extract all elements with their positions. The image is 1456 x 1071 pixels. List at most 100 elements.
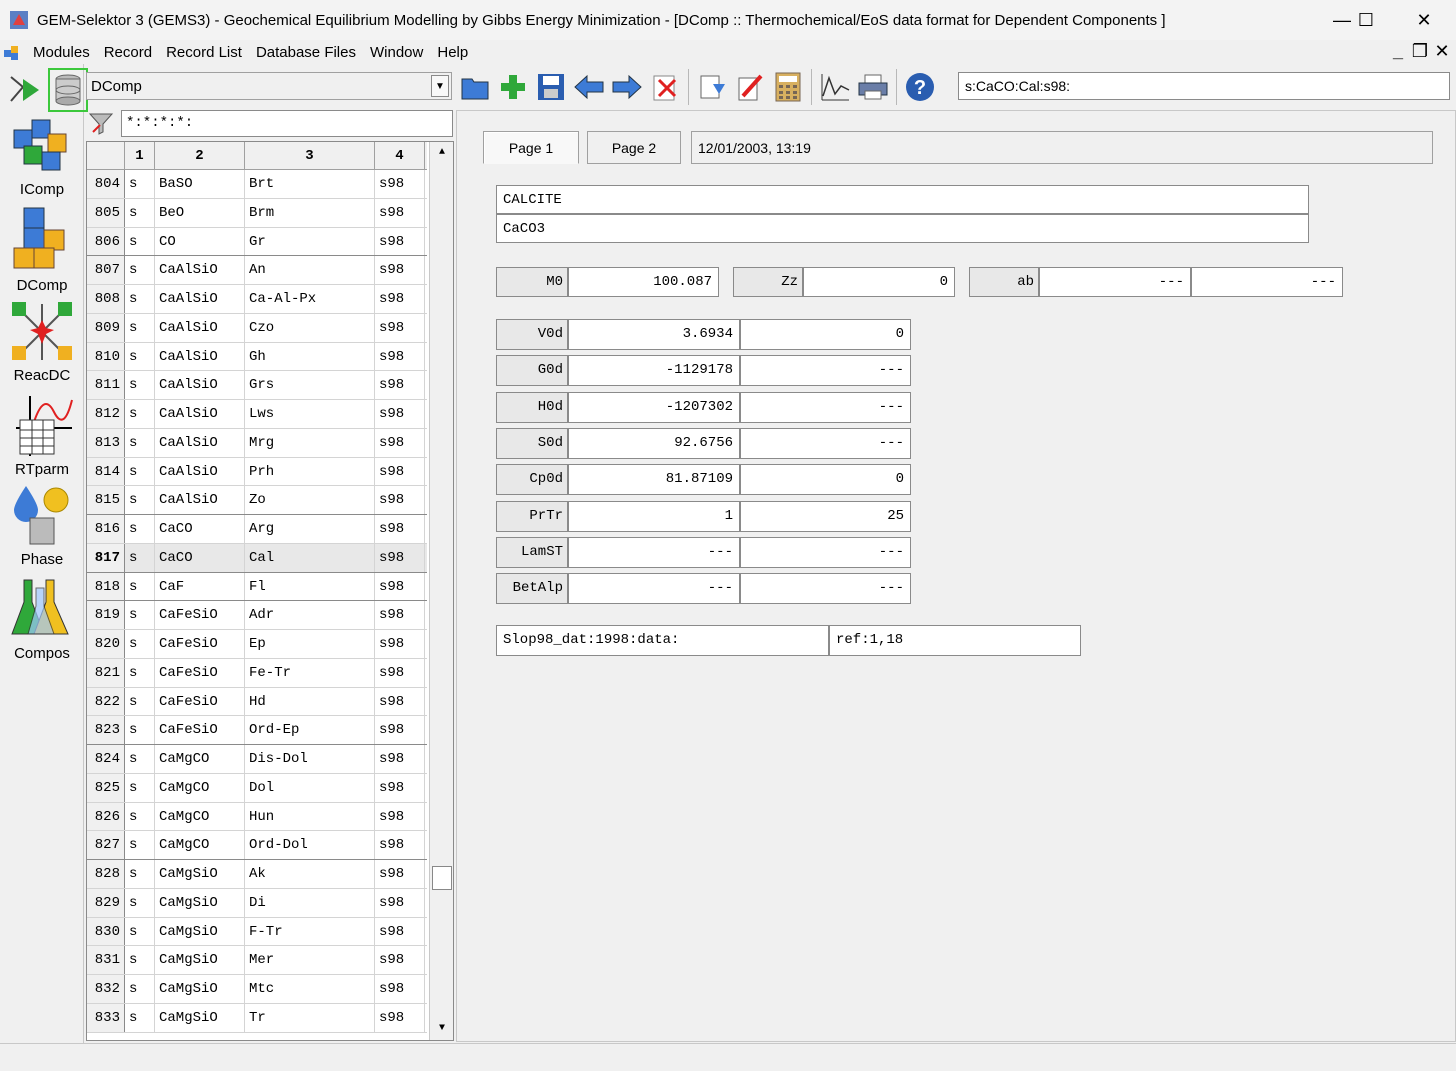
table-row[interactable]: 820 s CaFeSiO Ep s98 bbox=[87, 630, 427, 659]
table-row[interactable]: 832 s CaMgSiO Mtc s98 bbox=[87, 975, 427, 1004]
table-row[interactable]: 819 s CaFeSiO Adr s98 bbox=[87, 601, 427, 630]
table-row[interactable]: 831 s CaMgSiO Mer s98 bbox=[87, 946, 427, 975]
scroll-up-icon[interactable]: ▲ bbox=[433, 144, 451, 162]
dcomp-name-field[interactable]: CALCITE bbox=[496, 185, 1309, 214]
record-key-field[interactable]: s:CaCO:Cal:s98: bbox=[958, 72, 1450, 100]
export-icon[interactable] bbox=[693, 68, 731, 106]
table-row[interactable]: 818 s CaF Fl s98 bbox=[87, 572, 427, 602]
table-row[interactable]: 806 s CO Gr s98 bbox=[87, 227, 427, 257]
close-button[interactable]: ✕ bbox=[1400, 0, 1448, 40]
ab-field-1[interactable]: --- bbox=[1039, 267, 1191, 297]
table-row[interactable]: 827 s CaMgCO Ord-Dol s98 bbox=[87, 831, 427, 860]
h0d-field-2[interactable]: --- bbox=[740, 391, 911, 423]
table-row[interactable]: 809 s CaAlSiO Czo s98 bbox=[87, 313, 427, 343]
filter-icon[interactable] bbox=[88, 110, 114, 136]
module-selector[interactable]: DComp ▼ bbox=[86, 72, 452, 100]
mdi-close-icon[interactable]: ✕ bbox=[1432, 40, 1452, 62]
plot-icon[interactable] bbox=[816, 68, 854, 106]
tab-page-1[interactable]: Page 1 bbox=[483, 131, 579, 164]
maximize-button[interactable]: ☐ bbox=[1342, 0, 1390, 40]
menu-record-list[interactable]: Record List bbox=[159, 44, 249, 61]
g0d-field-1[interactable]: -1129178 bbox=[568, 355, 740, 387]
lamst-field-1[interactable]: --- bbox=[568, 536, 740, 568]
table-row[interactable]: 826 s CaMgCO Hun s98 bbox=[87, 802, 427, 832]
record-filter-input[interactable]: *:*:*:*: bbox=[121, 110, 453, 137]
mdi-restore-icon[interactable]: ❐ bbox=[1410, 40, 1430, 62]
g0d-field-2[interactable]: --- bbox=[740, 355, 911, 387]
table-row[interactable]: 808 s CaAlSiO Ca-Al-Px s98 bbox=[87, 285, 427, 314]
h0d-field-1[interactable]: -1207302 bbox=[568, 391, 740, 423]
print-icon[interactable] bbox=[854, 68, 892, 106]
module-rtparm[interactable]: RTparm bbox=[0, 392, 84, 478]
tab-page-2[interactable]: Page 2 bbox=[587, 131, 681, 164]
source-field[interactable]: Slop98_dat:1998:data: bbox=[496, 625, 829, 656]
module-phase[interactable]: Phase bbox=[0, 484, 84, 568]
open-folder-icon[interactable] bbox=[456, 68, 494, 106]
menu-database-files[interactable]: Database Files bbox=[249, 44, 363, 61]
s0d-field-1[interactable]: 92.6756 bbox=[568, 427, 740, 459]
module-icomp[interactable]: IComp bbox=[0, 114, 84, 198]
lamst-field-2[interactable]: --- bbox=[740, 536, 911, 568]
add-record-icon[interactable] bbox=[494, 68, 532, 106]
prtr-field-1[interactable]: 1 bbox=[568, 500, 740, 532]
table-row[interactable]: 828 s CaMgSiO Ak s98 bbox=[87, 860, 427, 889]
mdi-child-icon[interactable] bbox=[2, 42, 22, 62]
table-row[interactable]: 830 s CaMgSiO F-Tr s98 bbox=[87, 917, 427, 947]
table-row[interactable]: 804 s BaSO Brt s98 bbox=[87, 170, 427, 199]
table-row[interactable]: 823 s CaFeSiO Ord-Ep s98 bbox=[87, 716, 427, 745]
table-row[interactable]: 822 s CaFeSiO Hd s98 bbox=[87, 687, 427, 717]
m0-field[interactable]: 100.087 bbox=[568, 267, 719, 297]
table-row[interactable]: 814 s CaAlSiO Prh s98 bbox=[87, 457, 427, 487]
chevron-down-icon[interactable]: ▼ bbox=[431, 75, 449, 97]
betalp-field-2[interactable]: --- bbox=[740, 573, 911, 605]
module-compos[interactable]: Compos bbox=[0, 576, 84, 662]
reference-field[interactable]: ref:1,18 bbox=[829, 625, 1081, 656]
table-row[interactable]: 813 s CaAlSiO Mrg s98 bbox=[87, 428, 427, 458]
table-row[interactable]: 815 s CaAlSiO Zo s98 bbox=[87, 486, 427, 515]
ab-field-2[interactable]: --- bbox=[1191, 267, 1343, 297]
cp0d-field-1[interactable]: 81.87109 bbox=[568, 464, 740, 496]
menu-help[interactable]: Help bbox=[430, 44, 475, 61]
table-row[interactable]: 807 s CaAlSiO An s98 bbox=[87, 256, 427, 285]
table-row[interactable]: 829 s CaMgSiO Di s98 bbox=[87, 888, 427, 918]
column-header-2[interactable]: 2 bbox=[155, 142, 245, 169]
menu-window[interactable]: Window bbox=[363, 44, 430, 61]
help-icon[interactable]: ? bbox=[901, 68, 939, 106]
table-row[interactable]: 825 s CaMgCO Dol s98 bbox=[87, 773, 427, 803]
delete-record-icon[interactable] bbox=[646, 68, 684, 106]
calculator-icon[interactable] bbox=[769, 68, 807, 106]
column-header-4[interactable]: 4 bbox=[375, 142, 425, 169]
scroll-down-icon[interactable]: ▼ bbox=[433, 1020, 451, 1038]
table-row[interactable]: 824 s CaMgCO Dis-Dol s98 bbox=[87, 745, 427, 774]
dcomp-formula-field[interactable]: CaCO3 bbox=[496, 214, 1309, 243]
table-row[interactable]: 821 s CaFeSiO Fe-Tr s98 bbox=[87, 658, 427, 688]
previous-record-icon[interactable] bbox=[570, 68, 608, 106]
scroll-thumb[interactable] bbox=[432, 866, 452, 890]
mdi-minimize-icon[interactable]: _ bbox=[1388, 40, 1408, 62]
menu-modules[interactable]: Modules bbox=[26, 44, 97, 61]
calculate-equilibria-icon[interactable] bbox=[4, 68, 44, 112]
table-row[interactable]: 816 s CaCO Arg s98 bbox=[87, 515, 427, 544]
module-reacdc[interactable]: ReacDC bbox=[0, 300, 84, 384]
edit-tool-icon[interactable] bbox=[731, 68, 769, 106]
table-row[interactable]: 833 s CaMgSiO Tr s98 bbox=[87, 1003, 427, 1033]
database-mode-icon[interactable] bbox=[48, 68, 88, 112]
column-header-1[interactable]: 1 bbox=[125, 142, 155, 169]
cp0d-field-2[interactable]: 0 bbox=[740, 464, 911, 496]
table-row[interactable]: 812 s CaAlSiO Lws s98 bbox=[87, 400, 427, 429]
v0d-field-1[interactable]: 3.6934 bbox=[568, 319, 740, 350]
prtr-field-2[interactable]: 25 bbox=[740, 500, 911, 532]
zz-field[interactable]: 0 bbox=[803, 267, 955, 297]
betalp-field-1[interactable]: --- bbox=[568, 573, 740, 605]
v0d-field-2[interactable]: 0 bbox=[740, 319, 911, 350]
menu-record[interactable]: Record bbox=[97, 44, 159, 61]
table-row[interactable]: 805 s BeO Brm s98 bbox=[87, 198, 427, 228]
module-dcomp[interactable]: DComp bbox=[0, 206, 84, 294]
table-row[interactable]: 810 s CaAlSiO Gh s98 bbox=[87, 342, 427, 372]
column-header-3[interactable]: 3 bbox=[245, 142, 375, 169]
record-list-scrollbar[interactable]: ▲ ▼ bbox=[429, 142, 453, 1040]
next-record-icon[interactable] bbox=[608, 68, 646, 106]
s0d-field-2[interactable]: --- bbox=[740, 427, 911, 459]
save-icon[interactable] bbox=[532, 68, 570, 106]
table-row[interactable]: 817 s CaCO Cal s98 bbox=[87, 543, 427, 573]
